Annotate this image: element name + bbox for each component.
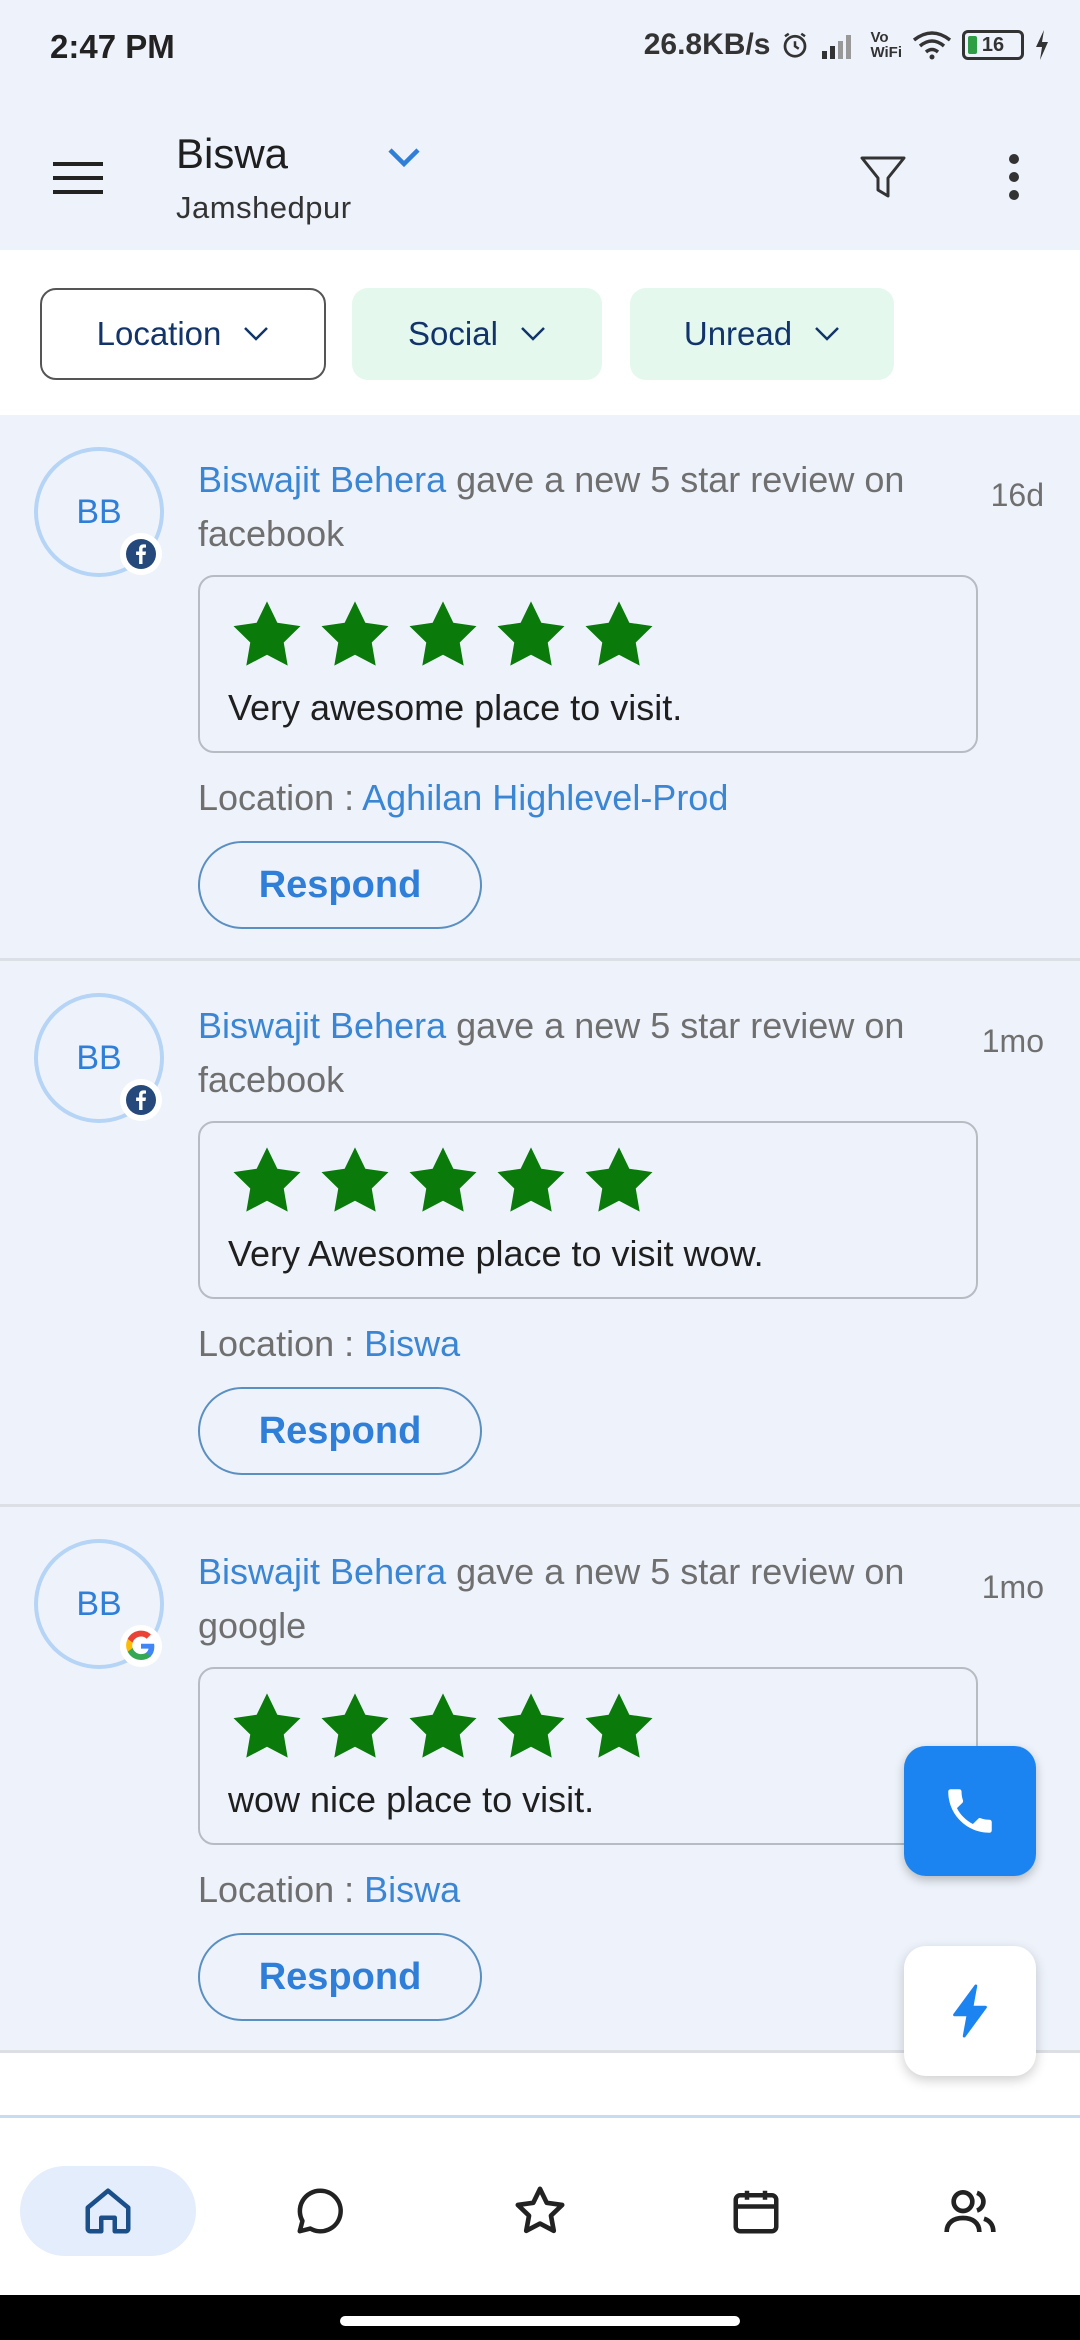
facebook-icon — [120, 1079, 162, 1121]
account-location: Jamshedpur — [176, 190, 352, 225]
menu-button[interactable] — [40, 140, 116, 216]
star-icon — [515, 2186, 565, 2234]
phone-icon — [948, 1789, 992, 1833]
status-time: 2:47 PM — [50, 28, 175, 65]
reviewer-name[interactable]: Biswajit Behera — [198, 459, 446, 500]
status-bar: 2:47 PM 26.8KB/s Vo WiFi 16 — [0, 0, 1080, 100]
vowifi-icon: Vo WiFi — [870, 29, 902, 61]
net-speed: 26.8KB/s — [643, 28, 771, 61]
star-icon — [497, 1693, 565, 1758]
star-icon — [409, 1147, 477, 1212]
signal-icon — [820, 31, 860, 59]
status-icons: 26.8KB/s Vo WiFi 16 — [644, 28, 1050, 62]
respond-button[interactable]: Respond — [198, 1387, 482, 1475]
chip-label: Location — [96, 315, 222, 352]
star-rating — [230, 599, 656, 669]
call-button[interactable] — [904, 1746, 1036, 1876]
respond-button[interactable]: Respond — [198, 1933, 482, 2021]
review-age: 1mo — [981, 1023, 1044, 1059]
chevron-down-icon — [815, 327, 839, 341]
filter-icon — [860, 156, 906, 198]
chevron-down-icon — [521, 327, 545, 341]
star-icon — [233, 1147, 301, 1212]
more-options-button[interactable] — [986, 144, 1042, 210]
filter-chip-row: Location Social Unread — [0, 250, 1080, 415]
star-rating — [230, 1145, 656, 1215]
review-text: Very Awesome place to visit wow. — [228, 1233, 764, 1274]
star-icon — [233, 601, 301, 666]
account-switcher-button[interactable] — [380, 138, 428, 178]
reviewer-name[interactable]: Biswajit Behera — [198, 1551, 446, 1592]
chat-icon — [297, 2188, 343, 2234]
calendar-icon — [733, 2190, 779, 2234]
battery-icon: 16 — [962, 30, 1024, 60]
review-headline: Biswajit Behera gave a new 5 star review… — [198, 1545, 938, 1653]
review-location: Location : Biswa — [198, 1323, 461, 1364]
star-icon — [409, 1693, 477, 1758]
location-link[interactable]: Biswa — [364, 1869, 460, 1910]
location-link[interactable]: Biswa — [364, 1323, 460, 1364]
charging-icon — [1034, 30, 1050, 60]
review-content: wow nice place to visit. — [198, 1667, 978, 1845]
review-content: Very awesome place to visit. — [198, 575, 978, 753]
reviewer-name[interactable]: Biswajit Behera — [198, 1005, 446, 1046]
review-content: Very Awesome place to visit wow. — [198, 1121, 978, 1299]
unread-filter-chip[interactable]: Unread — [630, 288, 894, 380]
social-filter-chip[interactable]: Social — [352, 288, 602, 380]
quick-actions-button[interactable] — [904, 1946, 1036, 2076]
review-headline: Biswajit Behera gave a new 5 star review… — [198, 999, 938, 1107]
review-location: Location : Aghilan Highlevel-Prod — [198, 777, 729, 818]
app-bar: Biswa Jamshedpur — [0, 100, 1080, 250]
review-age: 1mo — [981, 1569, 1044, 1605]
chevron-down-icon — [388, 148, 420, 168]
nav-calendar[interactable] — [668, 2166, 844, 2256]
chip-label: Unread — [683, 315, 793, 352]
star-icon — [497, 1147, 565, 1212]
wifi-icon — [912, 30, 952, 60]
bottom-navigation — [0, 2115, 1080, 2295]
home-indicator[interactable] — [340, 2316, 740, 2326]
star-icon — [233, 1693, 301, 1758]
star-icon — [585, 601, 653, 666]
star-icon — [585, 1147, 653, 1212]
review-headline: Biswajit Behera gave a new 5 star review… — [198, 453, 938, 561]
star-icon — [321, 1147, 389, 1212]
more-vertical-icon — [1009, 154, 1019, 200]
location-filter-chip[interactable]: Location — [40, 288, 326, 380]
nav-contacts[interactable] — [882, 2166, 1058, 2256]
star-icon — [497, 601, 565, 666]
review-age: 16d — [990, 477, 1044, 513]
home-icon — [85, 2188, 131, 2234]
alarm-icon — [780, 30, 810, 60]
review-location: Location : Biswa — [198, 1869, 461, 1910]
review-text: wow nice place to visit. — [228, 1779, 595, 1820]
review-card[interactable]: BB Biswajit Behera gave a new 5 star rev… — [0, 415, 1080, 961]
contacts-icon — [944, 2190, 996, 2233]
filter-button[interactable] — [850, 144, 916, 210]
star-icon — [321, 601, 389, 666]
star-icon — [409, 601, 477, 666]
review-text: Very awesome place to visit. — [228, 687, 683, 728]
bolt-icon — [953, 1984, 987, 2038]
nav-conversations[interactable] — [232, 2166, 408, 2256]
location-link[interactable]: Aghilan Highlevel-Prod — [362, 777, 728, 818]
nav-home[interactable] — [20, 2166, 196, 2256]
account-name[interactable]: Biswa — [176, 130, 288, 178]
star-icon — [585, 1693, 653, 1758]
google-icon — [120, 1625, 162, 1667]
review-card[interactable]: BB Biswajit Behera gave a new 5 star rev… — [0, 961, 1080, 1507]
nav-reviews[interactable] — [452, 2166, 628, 2256]
star-rating — [230, 1691, 656, 1761]
facebook-icon — [120, 533, 162, 575]
chip-label: Social — [408, 315, 498, 352]
chevron-down-icon — [244, 327, 269, 341]
star-icon — [321, 1693, 389, 1758]
respond-button[interactable]: Respond — [198, 841, 482, 929]
menu-icon — [53, 162, 103, 194]
